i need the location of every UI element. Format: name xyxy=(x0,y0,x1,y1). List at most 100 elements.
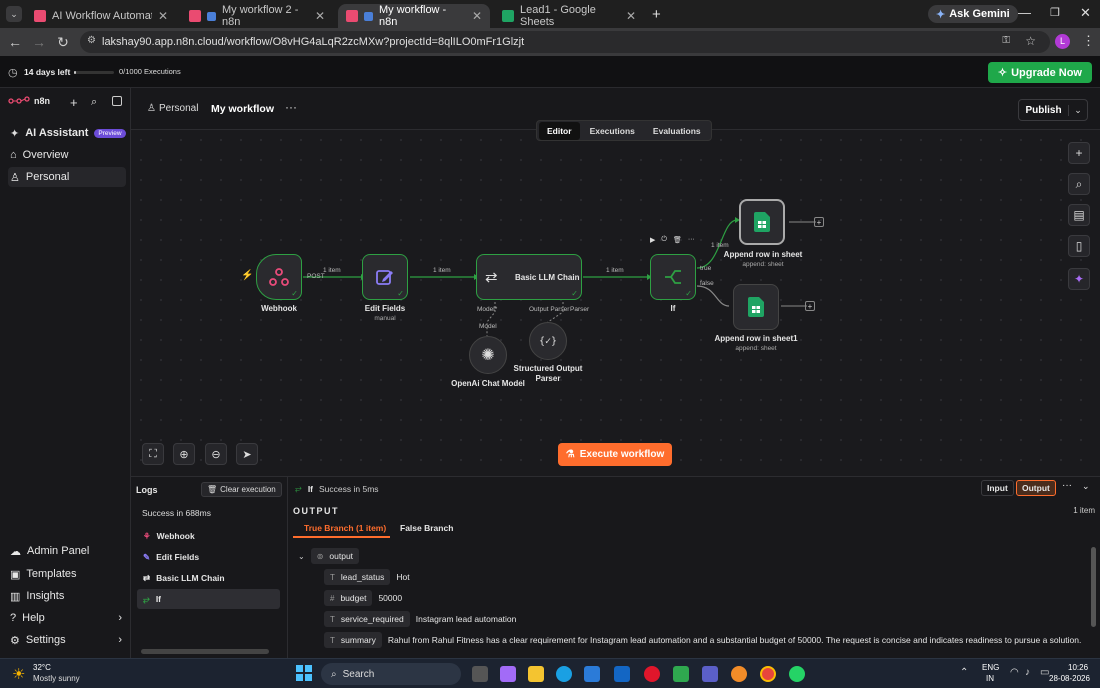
workflow-canvas[interactable]: ⚡ ✓ Webhook POST 1 item ✓ Edit Fields ma… xyxy=(131,130,1100,476)
back-icon[interactable]: ← xyxy=(3,34,27,50)
clear-execution-button[interactable]: 🗑 Clear execution xyxy=(201,482,282,497)
store-icon[interactable] xyxy=(584,666,600,682)
sidebar-item-settings[interactable]: ⚙ Settings › xyxy=(8,630,126,650)
power-icon[interactable]: ⏻ xyxy=(661,236,667,244)
sidebar-item-overview[interactable]: ⌂ Overview xyxy=(8,145,126,165)
output-view-button[interactable]: Output xyxy=(1016,480,1056,496)
pointer-tool-button[interactable]: ➤ xyxy=(236,443,258,465)
minimize-button[interactable]: — xyxy=(1018,5,1031,20)
output-scrollbar[interactable] xyxy=(1091,547,1096,627)
zoom-out-button[interactable]: ⊖ xyxy=(205,443,227,465)
log-item-basic-llm-chain[interactable]: ⇄ Basic LLM Chain xyxy=(137,568,280,588)
input-view-button[interactable]: Input xyxy=(981,480,1014,496)
language-label[interactable]: ENG xyxy=(982,663,999,672)
log-item-if[interactable]: ⥂ If xyxy=(137,589,280,609)
webhook-node[interactable]: ✓ xyxy=(256,254,302,300)
more-options-icon[interactable]: ··· xyxy=(1062,480,1072,491)
add-node-icon[interactable]: + xyxy=(814,217,824,227)
close-icon[interactable]: ✕ xyxy=(315,9,325,23)
publish-button[interactable]: Publish xyxy=(1019,104,1069,116)
sidebar-item-templates[interactable]: ▣ Templates xyxy=(8,564,126,584)
browser-tab[interactable]: AI Workflow Automation Platfo ✕ xyxy=(26,4,176,28)
panel-toggle-button[interactable]: ▯ xyxy=(1068,235,1090,257)
sidebar-item-personal[interactable]: ♙ Personal xyxy=(8,167,126,187)
trash-icon[interactable]: 🗑 xyxy=(673,236,682,244)
volume-icon[interactable]: ♪ xyxy=(1025,667,1030,678)
chevron-down-icon[interactable]: ⌄ xyxy=(1082,481,1090,492)
more-icon[interactable]: ··· xyxy=(688,236,695,244)
basic-llm-chain-node[interactable]: ⇄ Basic LLM Chain ✓ xyxy=(476,254,582,300)
breadcrumb[interactable]: ♙ Personal xyxy=(147,103,198,114)
browser-menu-icon[interactable]: ⋮ xyxy=(1082,33,1095,49)
clock-date[interactable]: 28-08-2026 xyxy=(1049,674,1090,683)
openai-node[interactable]: ✺ xyxy=(469,336,507,374)
chevron-up-icon[interactable]: ⌃ xyxy=(960,667,968,678)
wifi-icon[interactable]: ◠ xyxy=(1010,667,1019,678)
structured-parser-node[interactable]: {✓} xyxy=(529,322,567,360)
sticky-note-button[interactable]: ▤ xyxy=(1068,204,1090,226)
output-root[interactable]: ⌄ ⊚ output xyxy=(298,548,360,564)
add-node-button[interactable]: + xyxy=(1068,142,1090,164)
copilot-icon[interactable] xyxy=(500,666,516,682)
tab-true-branch[interactable]: True Branch (1 item) xyxy=(304,523,386,533)
tab-evaluations[interactable]: Evaluations xyxy=(645,122,709,140)
fit-view-button[interactable]: ⛶ xyxy=(142,443,164,465)
url-field[interactable]: ⚙ lakshay90.app.n8n.cloud/workflow/O8vHG… xyxy=(80,31,1050,53)
tab-executions[interactable]: Executions xyxy=(582,122,643,140)
collapse-sidebar-icon[interactable] xyxy=(112,96,122,106)
add-node-icon[interactable]: + xyxy=(805,301,815,311)
chevron-down-icon[interactable]: ⌄ xyxy=(1069,105,1087,116)
upgrade-button[interactable]: ✧ Upgrade Now xyxy=(987,62,1092,83)
new-tab-button[interactable]: + xyxy=(652,6,661,23)
task-view-icon[interactable] xyxy=(472,666,488,682)
search-nodes-button[interactable]: ⌕ xyxy=(1068,173,1090,195)
whatsapp-icon[interactable] xyxy=(789,666,805,682)
browser-tab[interactable]: My workflow 2 - n8n ✕ xyxy=(181,4,333,28)
sidebar-item-help[interactable]: ? Help › xyxy=(8,608,126,628)
log-item-edit-fields[interactable]: ✎ Edit Fields xyxy=(137,547,280,567)
play-icon[interactable]: ▶ xyxy=(650,236,655,244)
forward-icon[interactable]: → xyxy=(27,34,51,50)
teams-icon[interactable] xyxy=(702,666,718,682)
file-explorer-icon[interactable] xyxy=(528,666,544,682)
ai-sparkle-button[interactable]: ✦ xyxy=(1068,268,1090,290)
app-icon[interactable] xyxy=(731,666,747,682)
opera-icon[interactable] xyxy=(644,666,660,682)
zoom-in-button[interactable]: ⊕ xyxy=(173,443,195,465)
execute-workflow-button[interactable]: ⚗ Execute workflow xyxy=(558,443,672,466)
if-node[interactable]: ✓ xyxy=(650,254,696,300)
close-icon[interactable]: ✕ xyxy=(472,9,482,23)
key-icon[interactable]: ⚿ xyxy=(1002,35,1010,46)
chrome-icon[interactable] xyxy=(760,666,776,682)
browser-tab-active[interactable]: My workflow - n8n ✕ xyxy=(338,4,490,28)
search-icon[interactable]: ⌕ xyxy=(91,96,97,109)
profile-avatar[interactable]: L xyxy=(1055,34,1070,49)
edit-fields-node[interactable]: ✓ xyxy=(362,254,408,300)
logs-scrollbar[interactable] xyxy=(141,649,269,654)
close-icon[interactable]: ✕ xyxy=(626,9,636,23)
outlook-icon[interactable] xyxy=(614,666,630,682)
tab-false-branch[interactable]: False Branch xyxy=(400,523,453,533)
reload-icon[interactable]: ↻ xyxy=(51,34,75,51)
windows-start-icon[interactable] xyxy=(296,665,312,681)
tab-search-button[interactable]: ⌄ xyxy=(6,6,22,22)
bookmark-star-icon[interactable]: ☆ xyxy=(1025,34,1036,48)
browser-tab[interactable]: Lead1 - Google Sheets ✕ xyxy=(494,4,644,28)
sidebar-item-insights[interactable]: ▥ Insights xyxy=(8,586,126,606)
taskbar-search[interactable]: ⌕ Search xyxy=(321,663,461,685)
close-window-button[interactable]: ✕ xyxy=(1080,5,1091,21)
more-options-icon[interactable]: ··· xyxy=(285,100,297,114)
sidebar-item-admin-panel[interactable]: ☁ Admin Panel xyxy=(8,541,126,561)
append-row-node[interactable] xyxy=(739,199,785,245)
site-info-icon[interactable]: ⚙ xyxy=(87,35,96,46)
tab-editor[interactable]: Editor xyxy=(539,121,580,140)
excel-icon[interactable] xyxy=(673,666,689,682)
ask-gemini-button[interactable]: ✦ Ask Gemini xyxy=(928,5,1018,23)
clock-time[interactable]: 10:26 xyxy=(1068,663,1088,672)
append-row-1-node[interactable] xyxy=(733,284,779,330)
log-item-webhook[interactable]: ⚘ Webhook xyxy=(137,526,280,546)
maximize-button[interactable]: ❐ xyxy=(1050,6,1060,19)
close-icon[interactable]: ✕ xyxy=(158,9,168,23)
sidebar-item-ai-assistant[interactable]: ✦ AI Assistant Preview xyxy=(8,123,126,143)
edge-icon[interactable] xyxy=(556,666,572,682)
